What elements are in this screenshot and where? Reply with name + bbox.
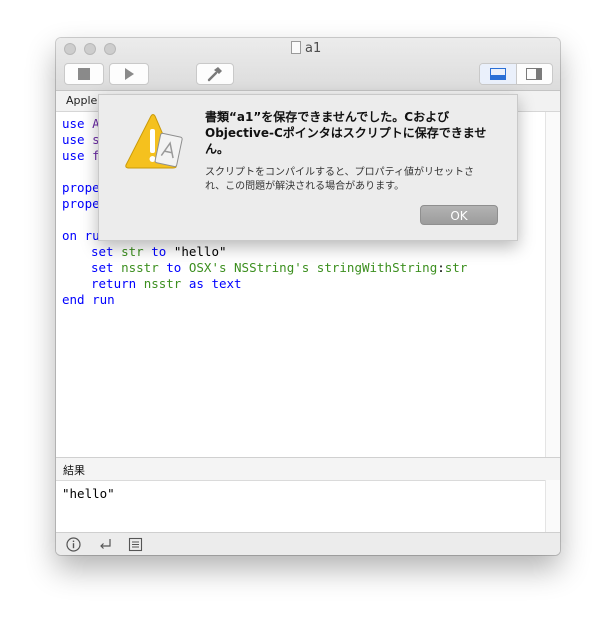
warning-icon (125, 114, 183, 169)
return-button[interactable] (98, 537, 113, 552)
result-label: 結果 (63, 464, 85, 477)
dialog-message: スクリプトをコンパイルすると、プロパティ値がリセットされ、この問題が解決される場… (205, 167, 474, 192)
bottom-toolbar (56, 532, 560, 555)
list-icon (128, 537, 143, 552)
stop-icon (78, 68, 90, 80)
view-segmented-control (479, 63, 553, 85)
code-line: return nsstr as text (91, 276, 242, 291)
result-pane: "hello" (56, 480, 545, 532)
stop-button[interactable] (64, 63, 104, 85)
play-icon (125, 68, 134, 80)
ok-button[interactable]: OK (420, 205, 498, 225)
window-title: a1 (291, 41, 321, 57)
code-line: prope (62, 196, 100, 211)
minimize-button[interactable] (84, 43, 96, 55)
zoom-button[interactable] (104, 43, 116, 55)
code-line: set nsstr to OSX's NSString's stringWith… (91, 260, 468, 275)
code-line: use f (62, 148, 100, 163)
view-bottom-segment[interactable] (480, 64, 517, 84)
result-header: 結果 (56, 457, 560, 481)
list-button[interactable] (128, 537, 143, 552)
result-scrollbar[interactable] (545, 480, 560, 532)
code-line: use A (62, 116, 100, 131)
editor-scrollbar[interactable] (545, 112, 560, 457)
code-line: on ru (62, 228, 100, 243)
code-line: use s (62, 132, 100, 147)
code-line: prope (62, 180, 100, 195)
split-bottom-icon (489, 68, 506, 80)
titlebar: a1 (56, 38, 560, 91)
code-line: end run (62, 292, 115, 307)
result-value: "hello" (62, 486, 115, 501)
run-button[interactable] (109, 63, 149, 85)
code-line: set str to "hello" (91, 244, 227, 259)
save-error-dialog: 書類“a1”を保存できませんでした。CおよびObjective-Cポインタはスク… (98, 94, 518, 241)
info-icon (66, 537, 81, 552)
close-button[interactable] (64, 43, 76, 55)
dialog-title: 書類“a1”を保存できませんでした。CおよびObjective-Cポインタはスク… (205, 110, 487, 156)
split-right-icon (526, 68, 543, 80)
view-right-segment[interactable] (517, 64, 552, 84)
document-icon (291, 41, 301, 54)
compile-button[interactable] (196, 63, 234, 85)
info-button[interactable] (66, 537, 81, 552)
return-icon (100, 539, 111, 549)
hammer-icon (207, 67, 222, 82)
